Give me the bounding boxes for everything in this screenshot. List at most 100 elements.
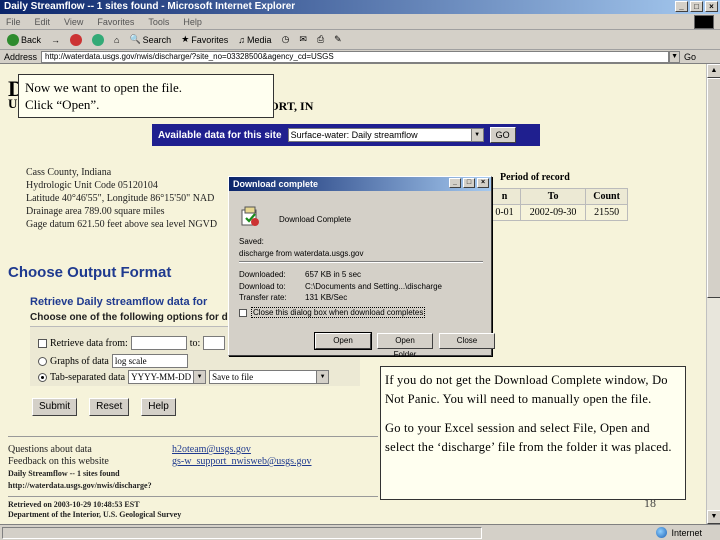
- favorites-button[interactable]: ★ Favorites: [178, 34, 231, 45]
- windows-logo-icon: [694, 15, 714, 29]
- menu-help[interactable]: Help: [183, 14, 202, 29]
- mail-button[interactable]: ✉: [296, 34, 310, 45]
- retrieve-checkbox[interactable]: [38, 338, 47, 348]
- menu-tools[interactable]: Tools: [148, 14, 169, 29]
- save-to-file-select[interactable]: Save to file ▼: [209, 370, 330, 384]
- home-button[interactable]: ⌂: [111, 35, 122, 45]
- table-cell: 0-01: [487, 204, 522, 221]
- tab-separated-label: Tab-separated data: [50, 371, 126, 383]
- dialog-title-bar: Download complete _ □ ×: [229, 177, 491, 191]
- date-format-select[interactable]: YYYY-MM-DD ▼: [128, 370, 207, 384]
- back-arrow-icon: [7, 33, 19, 46]
- download-to-label: Download to:: [239, 282, 286, 291]
- close-when-complete-checkbox[interactable]: [239, 308, 247, 317]
- questions-label: Questions about data: [8, 444, 92, 455]
- status-text-area: [2, 526, 482, 539]
- submit-button[interactable]: Submit: [32, 398, 78, 416]
- callout-paragraph: Go to your Excel session and select File…: [385, 421, 672, 454]
- table-header: Count: [585, 188, 628, 205]
- menu-view[interactable]: View: [64, 14, 83, 29]
- refresh-icon: [92, 33, 105, 46]
- menu-edit[interactable]: Edit: [35, 14, 51, 29]
- date-from-input[interactable]: [130, 336, 187, 350]
- transfer-rate-label: Transfer rate:: [239, 293, 287, 302]
- graphs-radio[interactable]: [38, 356, 47, 366]
- date-to-input[interactable]: [203, 336, 226, 350]
- slide-number: 18: [644, 496, 656, 510]
- go-button[interactable]: Go: [684, 52, 696, 62]
- forward-button[interactable]: →: [48, 35, 63, 45]
- print-button[interactable]: ⎙: [314, 34, 327, 45]
- forward-arrow-icon: →: [51, 34, 61, 45]
- close-window-button[interactable]: ×: [705, 1, 718, 12]
- close-button[interactable]: Close: [439, 333, 495, 349]
- dialog-buttons: Open Open Folder Close: [314, 332, 495, 359]
- star-icon: ★: [181, 34, 190, 44]
- site-county: Cass County, Indiana: [26, 167, 112, 178]
- site-datum: Gage datum 621.50 feet above sea level N…: [26, 219, 218, 230]
- back-button[interactable]: Back: [4, 33, 44, 46]
- table-row: 0-01 2002-09-30 21550: [487, 204, 628, 221]
- site-latlong: Latitude 40°46'55", Longitude 86°15'50" …: [26, 193, 215, 204]
- available-data-select[interactable]: Surface-water: Daily streamflow ▼: [287, 128, 484, 142]
- retrieve-from-row: Retrieve data from: to:: [38, 336, 226, 350]
- saved-file-name: discharge from waterdata.usgs.gov: [239, 249, 364, 258]
- dialog-title: Download complete: [233, 179, 319, 189]
- page-footer: Questions about data h2oteam@usgs.gov Fe…: [8, 444, 312, 492]
- download-complete-dialog: Download complete _ □ × Download Complet…: [228, 176, 495, 359]
- open-button[interactable]: Open: [314, 332, 372, 350]
- saved-label: Saved:: [239, 237, 264, 246]
- minimize-button[interactable]: _: [675, 1, 688, 12]
- downloaded-value: 657 KB in 5 sec: [305, 270, 362, 279]
- edit-button[interactable]: ✎: [331, 34, 345, 45]
- chevron-down-icon: ▼: [316, 371, 329, 383]
- address-bar: Address http://waterdata.usgs.gov/nwis/d…: [0, 50, 720, 64]
- tab-separated-radio[interactable]: [38, 372, 47, 382]
- open-folder-button[interactable]: Open Folder: [377, 333, 433, 359]
- scroll-down-icon[interactable]: ▼: [707, 510, 720, 524]
- site-huc: Hydrologic Unit Code 05120104: [26, 180, 158, 191]
- dialog-minimize-button[interactable]: _: [449, 178, 461, 188]
- instruction-callout-top: Now we want to open the file. Click “Ope…: [18, 74, 274, 118]
- questions-email-link[interactable]: h2oteam@usgs.gov: [172, 444, 251, 456]
- address-input[interactable]: http://waterdata.usgs.gov/nwis/discharge…: [41, 50, 670, 63]
- period-of-record-label: Period of record: [500, 172, 570, 183]
- retrieve-heading: Retrieve Daily streamflow data for: [30, 296, 208, 308]
- close-when-complete-row: Close this dialog box when download comp…: [239, 307, 426, 318]
- dialog-close-icon[interactable]: ×: [477, 178, 489, 188]
- available-data-label: Available data for this site: [158, 129, 282, 141]
- reset-button[interactable]: Reset: [89, 398, 130, 416]
- vertical-scrollbar[interactable]: ▲ ▼: [706, 64, 720, 524]
- globe-icon: [656, 527, 668, 538]
- stop-button[interactable]: [67, 33, 85, 46]
- available-go-button[interactable]: GO: [489, 127, 516, 143]
- callout-paragraph: If you do not get the Download Complete …: [385, 373, 668, 406]
- menu-file[interactable]: File: [6, 14, 21, 29]
- media-button[interactable]: ♫ Media: [235, 35, 274, 45]
- form-buttons: Submit Reset Help: [32, 398, 176, 416]
- scroll-thumb[interactable]: [707, 78, 720, 298]
- help-button[interactable]: Help: [141, 398, 176, 416]
- download-complete-text: Download Complete: [279, 215, 352, 224]
- stop-icon: [70, 33, 83, 46]
- address-dropdown-icon[interactable]: ▼: [669, 50, 681, 63]
- feedback-email-link[interactable]: gs-w_support_nwisweb@usgs.gov: [172, 456, 312, 468]
- feedback-row: Feedback on this website gs-w_support_nw…: [8, 456, 312, 468]
- download-to-row: Download to: C:\Documents and Setting...…: [239, 282, 442, 291]
- browser-toolbar: Back → ⌂ 🔍 Search ★ Favorites ♫ Media ◷ …: [0, 30, 720, 50]
- instruction-callout-bottom: If you do not get the Download Complete …: [380, 366, 686, 500]
- table-header-row: n To Count: [487, 188, 628, 205]
- department-text: Department of the Interior, U.S. Geologi…: [8, 510, 182, 519]
- dialog-maximize-button[interactable]: □: [463, 178, 475, 188]
- history-button[interactable]: ◷: [279, 34, 293, 45]
- graph-scale-select[interactable]: log scale: [111, 354, 188, 368]
- maximize-button[interactable]: □: [690, 1, 703, 12]
- callout-line: Click “Open”.: [25, 97, 100, 112]
- menu-favorites[interactable]: Favorites: [97, 14, 134, 29]
- search-icon: 🔍: [129, 34, 141, 44]
- window-title-bar: Daily Streamflow -- 1 sites found - Micr…: [0, 0, 720, 14]
- refresh-button[interactable]: [89, 33, 107, 46]
- footer-divider: [8, 436, 378, 437]
- scroll-up-icon[interactable]: ▲: [707, 64, 720, 78]
- search-button[interactable]: 🔍 Search: [126, 34, 174, 45]
